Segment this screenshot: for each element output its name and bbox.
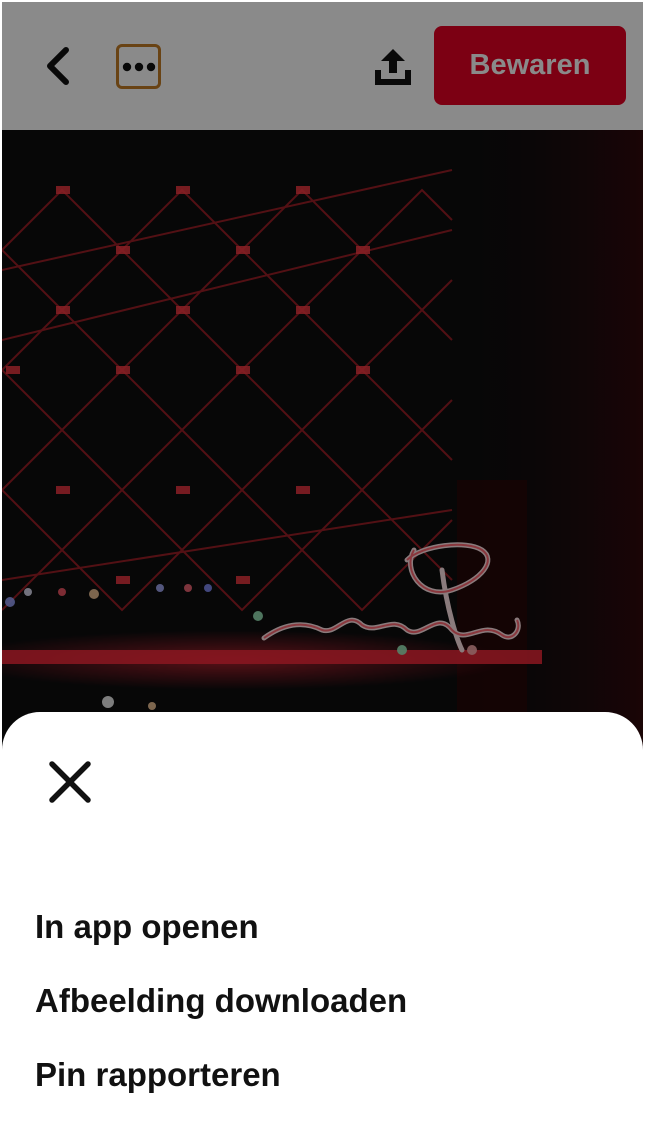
- menu-item-open-in-app[interactable]: In app openen: [35, 908, 259, 946]
- close-icon: [49, 761, 91, 803]
- action-sheet: In app openen Afbeelding downloaden Pin …: [2, 712, 643, 1136]
- app-frame: Bewaren In app openen Afbeelding downloa…: [2, 2, 643, 1136]
- menu-item-download-image[interactable]: Afbeelding downloaden: [35, 982, 407, 1020]
- close-button[interactable]: [42, 754, 98, 810]
- menu-item-report-pin[interactable]: Pin rapporteren: [35, 1056, 281, 1094]
